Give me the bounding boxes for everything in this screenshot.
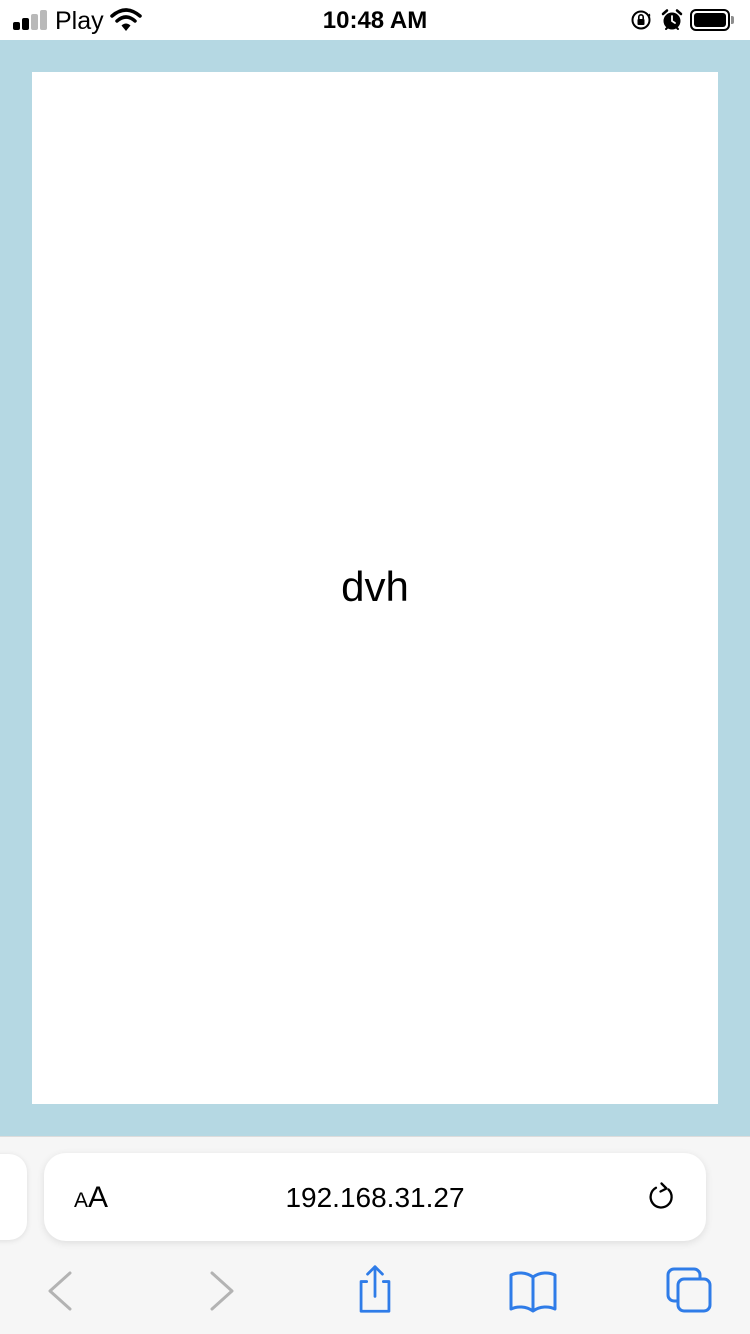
page-text: dvh [341, 563, 409, 610]
orientation-lock-icon [631, 10, 651, 30]
web-page-viewport: dvh [0, 40, 750, 1136]
chevron-left-icon[interactable] [40, 1265, 90, 1317]
battery-icon [690, 9, 734, 31]
previous-tab-preview[interactable] [0, 1154, 27, 1240]
content-box: dvh [32, 72, 718, 1104]
share-icon[interactable] [350, 1263, 400, 1315]
status-bar: Play 10:48 AM [0, 0, 750, 40]
url-text[interactable]: 192.168.31.27 [44, 1181, 706, 1215]
book-icon[interactable] [508, 1265, 558, 1317]
chevron-right-icon[interactable] [195, 1265, 245, 1317]
tabs-icon[interactable] [664, 1265, 714, 1317]
address-bar[interactable]: AA 192.168.31.27 [44, 1153, 706, 1241]
browser-bottom-bar: AA 192.168.31.27 [0, 1136, 750, 1334]
reload-icon[interactable] [644, 1179, 680, 1215]
alarm-icon [661, 9, 683, 30]
